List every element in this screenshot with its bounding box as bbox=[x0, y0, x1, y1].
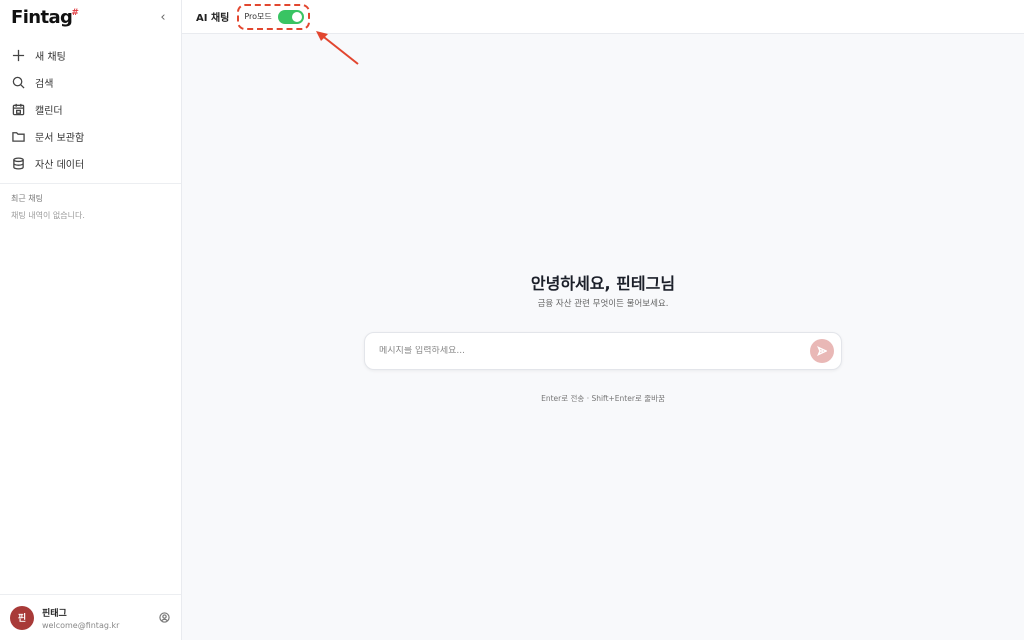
search-icon bbox=[11, 76, 25, 90]
plus-icon bbox=[11, 49, 25, 63]
brand-mark: # bbox=[71, 7, 79, 18]
brand-logo[interactable]: Fintag # bbox=[11, 6, 79, 28]
pro-mode-label: Pro모드 bbox=[244, 12, 272, 21]
recent-chats: 최근 채팅 채팅 내역이 없습니다. bbox=[0, 184, 181, 230]
user-settings-icon[interactable] bbox=[157, 611, 171, 625]
collapse-sidebar-button[interactable]: ‹ bbox=[155, 10, 171, 25]
sidebar-item-calendar[interactable]: 캘린더 bbox=[0, 96, 181, 123]
send-button[interactable] bbox=[810, 339, 834, 363]
pro-mode-highlight: Pro모드 bbox=[237, 3, 310, 30]
toggle-knob bbox=[291, 11, 302, 22]
sidebar-item-documents[interactable]: 문서 보관함 bbox=[0, 123, 181, 150]
sidebar-item-new-chat[interactable]: 새 채팅 bbox=[0, 42, 181, 69]
logo-row: Fintag # ‹ bbox=[0, 0, 181, 34]
sidebar-item-label: 검색 bbox=[35, 79, 54, 90]
profile-name: 핀태그 bbox=[42, 608, 67, 619]
sidebar-item-asset-data[interactable]: 자산 데이터 bbox=[0, 150, 181, 177]
top-bar: AI 채팅 Pro모드 bbox=[182, 0, 1024, 34]
sidebar-item-search[interactable]: 검색 bbox=[0, 69, 181, 96]
sidebar: Fintag # ‹ 새 채팅 검색 캘린더 문서 보관함 자산 데이터 최근 채… bbox=[0, 0, 182, 640]
sidebar-item-label: 새 채팅 bbox=[35, 52, 66, 63]
recent-chats-heading: 최근 채팅 bbox=[11, 194, 43, 203]
message-input[interactable] bbox=[379, 346, 810, 356]
input-hint: Enter로 전송 · Shift+Enter로 줄바꿈 bbox=[541, 394, 665, 403]
folder-icon bbox=[11, 130, 25, 144]
send-icon bbox=[817, 346, 827, 356]
greeting-subtitle: 금융 자산 관련 무엇이든 물어보세요. bbox=[537, 299, 669, 309]
chat-input-box bbox=[364, 332, 842, 370]
database-icon bbox=[11, 157, 25, 171]
user-profile[interactable]: 핀 핀태그 welcome@fintag.kr bbox=[0, 594, 181, 640]
sidebar-nav: 새 채팅 검색 캘린더 문서 보관함 자산 데이터 bbox=[0, 34, 181, 184]
avatar: 핀 bbox=[10, 605, 34, 630]
sidebar-item-label: 캘린더 bbox=[35, 106, 63, 117]
sidebar-item-label: 자산 데이터 bbox=[35, 160, 85, 171]
profile-info: 핀태그 welcome@fintag.kr bbox=[42, 606, 157, 630]
sidebar-item-label: 문서 보관함 bbox=[35, 133, 85, 144]
greeting-heading: 안녕하세요, 핀테그님 bbox=[530, 274, 676, 293]
recent-chats-empty: 채팅 내역이 없습니다. bbox=[11, 211, 85, 220]
page-title: AI 채팅 bbox=[196, 13, 230, 24]
pro-mode-toggle[interactable] bbox=[277, 9, 304, 24]
calendar-icon bbox=[11, 103, 25, 117]
profile-email: welcome@fintag.kr bbox=[42, 620, 120, 630]
brand-name: Fintag bbox=[11, 6, 73, 28]
chat-main: 안녕하세요, 핀테그님 금융 자산 관련 무엇이든 물어보세요. Enter로 … bbox=[182, 34, 1024, 640]
